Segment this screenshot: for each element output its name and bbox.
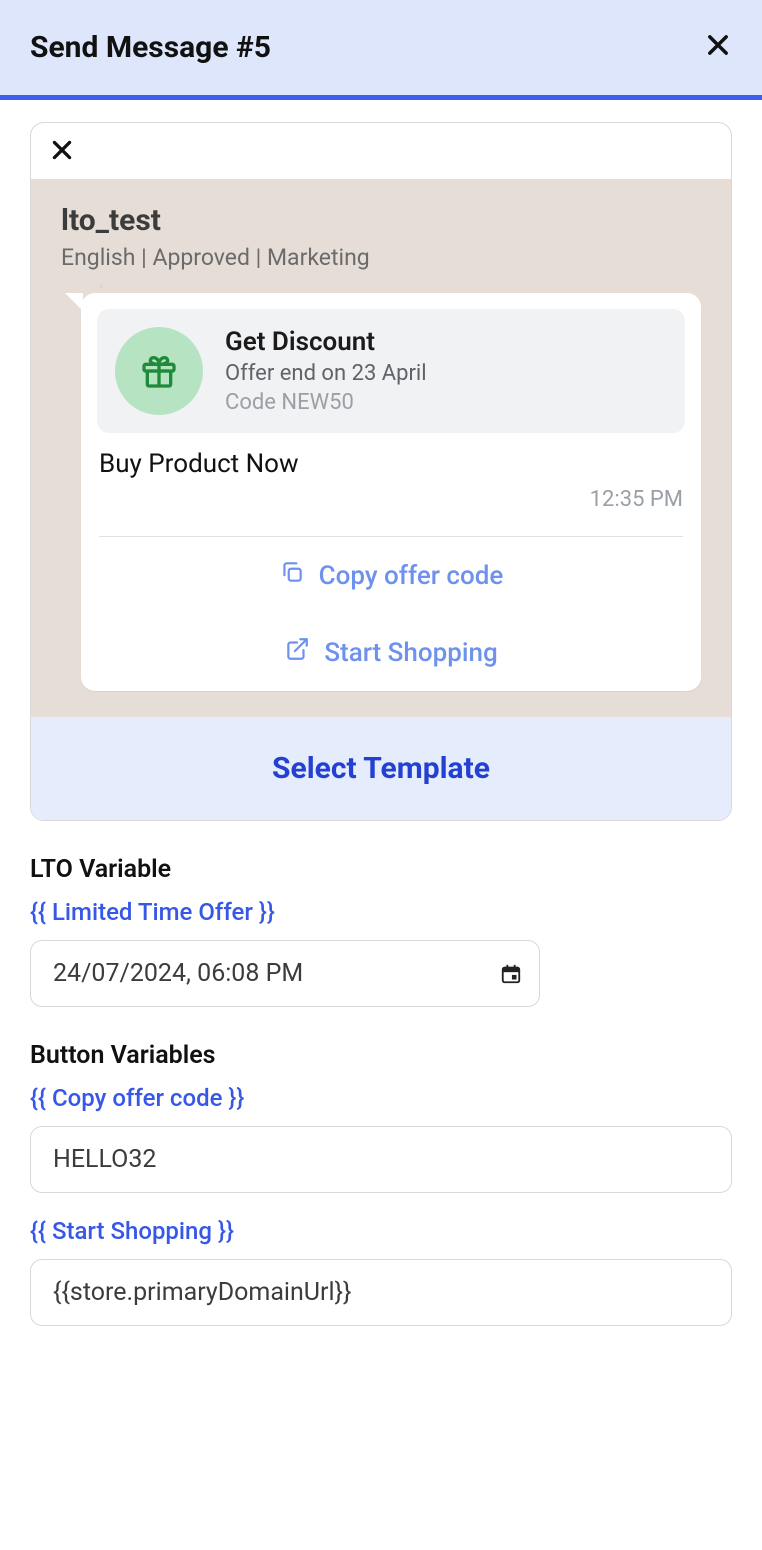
external-link-icon <box>284 636 310 669</box>
offer-code: Code NEW50 <box>225 390 427 415</box>
message-timestamp: 12:35 PM <box>99 487 683 526</box>
gift-icon <box>115 327 203 415</box>
select-template-button[interactable]: Select Template <box>31 717 731 820</box>
copy-offer-button[interactable]: Copy offer code <box>81 537 701 614</box>
copy-offer-label: Copy offer code <box>319 561 504 591</box>
template-card: lto_test English | Approved | Marketing <box>30 122 732 821</box>
bubble-tail <box>65 293 83 311</box>
dialog-title: Send Message #5 <box>30 30 271 65</box>
offer-text: Get Discount Offer end on 23 April Code … <box>225 327 427 415</box>
start-shopping-label: Start Shopping <box>324 638 497 668</box>
card-close-icon[interactable] <box>49 136 75 171</box>
button-vars-section-label: Button Variables <box>30 1041 732 1070</box>
message-bubble: Get Discount Offer end on 23 April Code … <box>61 293 701 691</box>
lto-section-label: LTO Variable <box>30 855 732 884</box>
message-body: Buy Product Now <box>99 449 683 479</box>
start-shopping-variable-tag: {{ Start Shopping }} <box>30 1217 732 1245</box>
lto-datetime-input[interactable] <box>30 940 540 1007</box>
offer-subtitle: Offer end on 23 April <box>225 361 427 386</box>
start-shopping-input[interactable] <box>30 1259 732 1326</box>
dialog-header: Send Message #5 <box>0 0 762 100</box>
copy-offer-variable-tag: {{ Copy offer code }} <box>30 1084 732 1112</box>
template-name: lto_test <box>61 203 701 238</box>
copy-offer-input[interactable] <box>30 1126 732 1193</box>
lto-variable-tag: {{ Limited Time Offer }} <box>30 898 732 926</box>
template-meta: English | Approved | Marketing <box>61 244 701 271</box>
copy-icon <box>279 559 305 592</box>
offer-title: Get Discount <box>225 327 427 357</box>
offer-block: Get Discount Offer end on 23 April Code … <box>97 309 685 433</box>
close-icon[interactable] <box>704 31 732 65</box>
start-shopping-button[interactable]: Start Shopping <box>81 614 701 691</box>
template-preview: lto_test English | Approved | Marketing <box>31 179 731 717</box>
card-header <box>31 123 731 179</box>
